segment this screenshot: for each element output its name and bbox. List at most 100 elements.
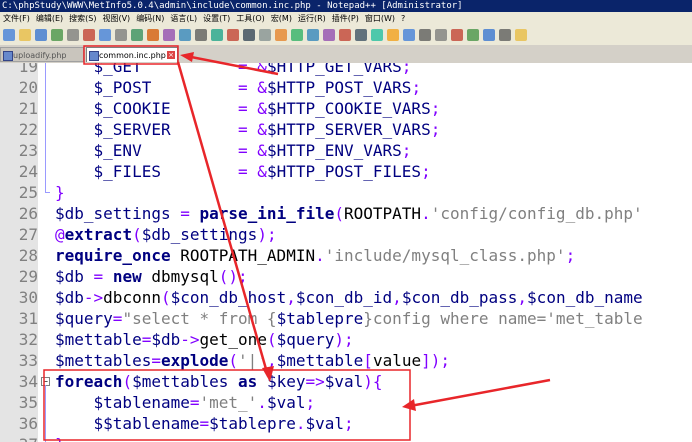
code-token: $con_db_host	[170, 288, 287, 307]
code-line[interactable]: 30 $db->dbconn($con_db_host,$con_db_id,$c…	[0, 287, 692, 308]
menu-item[interactable]: 搜索(S)	[69, 14, 96, 23]
menu-item[interactable]: 视图(V)	[102, 14, 130, 23]
code-text: $_SERVER = &$HTTP_SERVER_VARS;	[55, 119, 441, 140]
code-line[interactable]: 25}	[0, 182, 692, 203]
code-token: $HTTP_POST_VARS	[266, 78, 412, 97]
toolbar-button-icon[interactable]	[371, 29, 383, 41]
toolbar-button-icon[interactable]	[163, 29, 175, 41]
fold-margin	[41, 266, 51, 287]
menu-item[interactable]: 语言(L)	[170, 14, 197, 23]
code-line[interactable]: 31 $query="select * from {$tablepre}confi…	[0, 308, 692, 329]
code-line[interactable]: 34− foreach($mettables as $key=>$val){	[0, 371, 692, 392]
code-line[interactable]: 32 $mettable=$db->get_one($query);	[0, 329, 692, 350]
toolbar-button-icon[interactable]	[323, 29, 335, 41]
code-line[interactable]: 22 $_SERVER = &$HTTP_SERVER_VARS;	[0, 119, 692, 140]
menu-item[interactable]: 工具(O)	[236, 14, 265, 23]
code-token: );	[257, 225, 277, 244]
toolbar-button-icon[interactable]	[387, 29, 399, 41]
line-number: 27	[0, 224, 38, 245]
toolbar-button-icon[interactable]	[419, 29, 431, 41]
toolbar-button-icon[interactable]	[179, 29, 191, 41]
toolbar-button-icon[interactable]	[3, 29, 15, 41]
toolbar-button-icon[interactable]	[115, 29, 127, 41]
menu-item[interactable]: 编码(N)	[136, 14, 164, 23]
window-title: C:\phpStudy\WWW\MetInfo5.0.4\admin\inclu…	[2, 1, 463, 11]
code-token: $tablepre	[276, 309, 364, 328]
code-token: ->	[83, 288, 104, 307]
toolbar-button-icon[interactable]	[243, 29, 255, 41]
code-line[interactable]: 35 $tablename='met_'.$val;	[0, 392, 692, 413]
toolbar-button-icon[interactable]	[195, 29, 207, 41]
code-token: =	[112, 309, 123, 328]
toolbar-button-icon[interactable]	[339, 29, 351, 41]
code-token: =	[170, 120, 258, 139]
close-tab-icon[interactable]: ×	[167, 51, 175, 59]
code-line[interactable]: 26 $db_settings = parse_ini_file(ROOTPATH…	[0, 203, 692, 224]
code-token: $HTTP_GET_VARS	[266, 63, 402, 76]
line-number: 35	[0, 392, 38, 413]
code-token: =	[199, 414, 210, 433]
toolbar-button-icon[interactable]	[355, 29, 367, 41]
toolbar-button-icon[interactable]	[275, 29, 287, 41]
menu-item[interactable]: 编辑(E)	[36, 14, 63, 23]
toolbar-button-icon[interactable]	[499, 29, 511, 41]
fold-margin	[41, 98, 51, 119]
code-token: ){	[363, 372, 383, 391]
menu-item[interactable]: 宏(M)	[271, 14, 292, 23]
toolbar-button-icon[interactable]	[83, 29, 95, 41]
code-editor[interactable]: 19 $_GET = &$HTTP_GET_VARS; 20 $_POST = &…	[0, 63, 692, 442]
menu-item[interactable]: 插件(P)	[332, 14, 359, 23]
toolbar-button-icon[interactable]	[67, 29, 79, 41]
toolbar-button-icon[interactable]	[99, 29, 111, 41]
toolbar-button-icon[interactable]	[227, 29, 239, 41]
toolbar-button-icon[interactable]	[259, 29, 271, 41]
code-token: =	[160, 162, 258, 181]
tab-uploadify[interactable]: uploadify.php	[0, 47, 84, 62]
toolbar-button-icon[interactable]	[131, 29, 143, 41]
code-token: ,	[517, 288, 528, 307]
toolbar-button-icon[interactable]	[307, 29, 319, 41]
menu-item[interactable]: 文件(F)	[3, 14, 30, 23]
toolbar-button-icon[interactable]	[19, 29, 31, 41]
tab-common-inc[interactable]: common.inc.php ×	[86, 47, 178, 62]
toolbar-button-icon[interactable]	[483, 29, 495, 41]
code-token: =	[141, 330, 152, 349]
toolbar-button-icon[interactable]	[435, 29, 447, 41]
code-line[interactable]: 23 $_ENV = &$HTTP_ENV_VARS;	[0, 140, 692, 161]
toolbar-button-icon[interactable]	[515, 29, 527, 41]
code-token: dbmysql	[141, 267, 219, 286]
code-token: ();	[218, 267, 248, 286]
code-line[interactable]: 29 $db = new dbmysql();	[0, 266, 692, 287]
toolbar-button-icon[interactable]	[403, 29, 415, 41]
code-line[interactable]: 36 $$tablename=$tablepre.$val;	[0, 413, 692, 434]
toolbar-button-icon[interactable]	[211, 29, 223, 41]
code-token: $_GET	[93, 63, 142, 76]
code-line[interactable]: 19 $_GET = &$HTTP_GET_VARS;	[0, 63, 692, 77]
line-number: 21	[0, 98, 38, 119]
toolbar-button-icon[interactable]	[467, 29, 479, 41]
code-token: $val	[305, 414, 345, 433]
code-text: foreach($mettables as $key=>$val){	[55, 371, 383, 392]
line-number: 31	[0, 308, 38, 329]
code-token: ;	[430, 120, 441, 139]
code-line[interactable]: 28 require_once ROOTPATH_ADMIN.'include/m…	[0, 245, 692, 266]
code-token: $con_db_name	[527, 288, 643, 307]
toolbar-button-icon[interactable]	[147, 29, 159, 41]
menu-item[interactable]: 设置(T)	[203, 14, 230, 23]
menu-item[interactable]: 窗口(W)	[365, 14, 395, 23]
code-line[interactable]: 33 $mettables=explode('|',$mettable[value…	[0, 350, 692, 371]
menu-item[interactable]: 运行(R)	[298, 14, 326, 23]
code-line[interactable]: 37}	[0, 434, 692, 442]
code-line[interactable]: 24 $_FILES = &$HTTP_POST_FILES;	[0, 161, 692, 182]
code-token: $mettables	[55, 351, 152, 370]
code-line[interactable]: 20 $_POST = &$HTTP_POST_VARS;	[0, 77, 692, 98]
code-line[interactable]: 21 $_COOKIE = &$HTTP_COOKIE_VARS;	[0, 98, 692, 119]
menu-item[interactable]: ?	[401, 14, 405, 23]
code-line[interactable]: 27 @extract($db_settings);	[0, 224, 692, 245]
toolbar-button-icon[interactable]	[291, 29, 303, 41]
toolbar-button-icon[interactable]	[51, 29, 63, 41]
code-token: $HTTP_POST_FILES	[266, 162, 422, 181]
toolbar-button-icon[interactable]	[451, 29, 463, 41]
toolbar-button-icon[interactable]	[35, 29, 47, 41]
